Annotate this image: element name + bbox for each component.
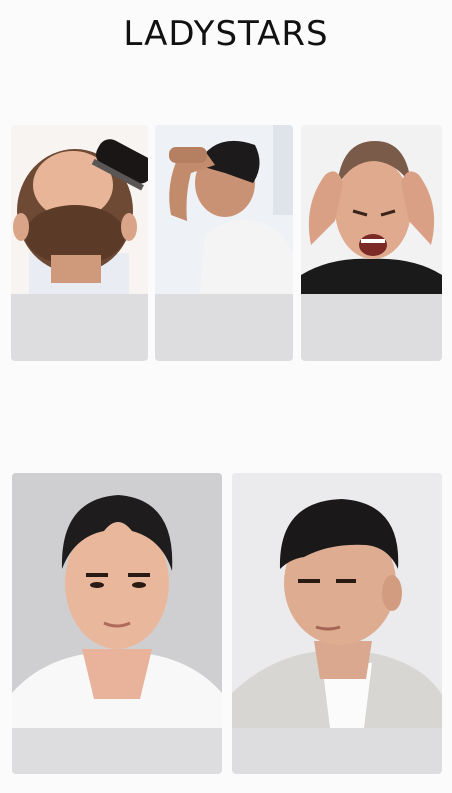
man-holding-forehead-photo (155, 125, 293, 294)
man-front-hairpiece-photo (12, 473, 222, 728)
result-photo-card-2 (232, 473, 442, 774)
man-side-hairpiece-photo (232, 473, 442, 728)
balding-crown-photo (11, 125, 148, 294)
problem-photo-card-1 (11, 125, 148, 361)
brand-title: LADYSTARS (123, 14, 329, 54)
result-photo-card-1 (12, 473, 222, 774)
man-shouting-photo (301, 125, 442, 294)
problem-photo-card-2 (155, 125, 293, 361)
problem-photo-card-3 (301, 125, 442, 361)
